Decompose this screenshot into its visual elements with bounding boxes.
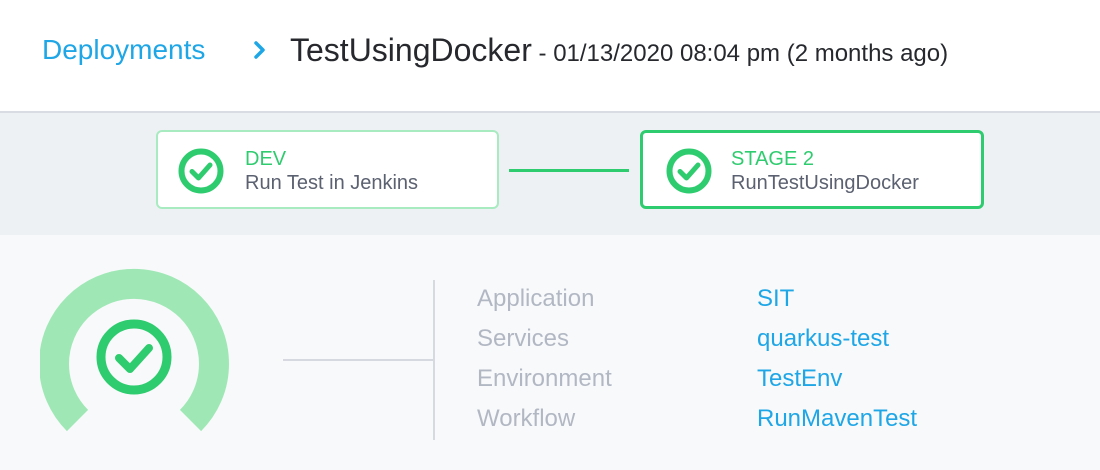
check-circle-icon	[178, 148, 224, 194]
stage-connector	[509, 169, 629, 172]
stage-card-dev[interactable]: DEV Run Test in Jenkins	[156, 130, 499, 209]
page-header: Deployments TestUsingDocker - 01/13/2020…	[0, 0, 1100, 113]
detail-label-services: Services	[477, 325, 570, 352]
chevron-right-icon	[254, 41, 265, 59]
detail-value-environment-link[interactable]: TestEnv	[757, 365, 842, 393]
page-title: TestUsingDocker - 01/13/2020 08:04 pm (2…	[290, 32, 948, 69]
deployment-summary: Application SIT Services quarkus-test En…	[0, 235, 1100, 470]
stage-description: RunTestUsingDocker	[731, 172, 919, 194]
stage-name: DEV	[245, 148, 287, 170]
detail-label-application: Application	[477, 285, 595, 312]
detail-value-application-link[interactable]: SIT	[757, 285, 794, 313]
breadcrumb-deployments-link[interactable]: Deployments	[42, 34, 205, 66]
check-circle-icon	[666, 148, 712, 194]
pipeline-stages: DEV Run Test in Jenkins STAGE 2 RunTestU…	[0, 113, 1100, 235]
detail-label-workflow: Workflow	[477, 405, 576, 432]
detail-value-workflow-link[interactable]: RunMavenTest	[757, 405, 917, 433]
summary-divider	[433, 280, 435, 440]
stage-name: STAGE 2	[731, 148, 814, 170]
success-gauge-icon	[40, 268, 229, 432]
stage-card-stage-2[interactable]: STAGE 2 RunTestUsingDocker	[640, 130, 984, 209]
detail-label-environment: Environment	[477, 365, 612, 392]
deployment-timestamp: - 01/13/2020 08:04 pm (2 months ago)	[531, 40, 949, 67]
deployment-name: TestUsingDocker	[290, 32, 532, 68]
detail-value-services-link[interactable]: quarkus-test	[757, 325, 889, 353]
stage-description: Run Test in Jenkins	[245, 172, 419, 194]
summary-connector-line	[283, 359, 433, 361]
